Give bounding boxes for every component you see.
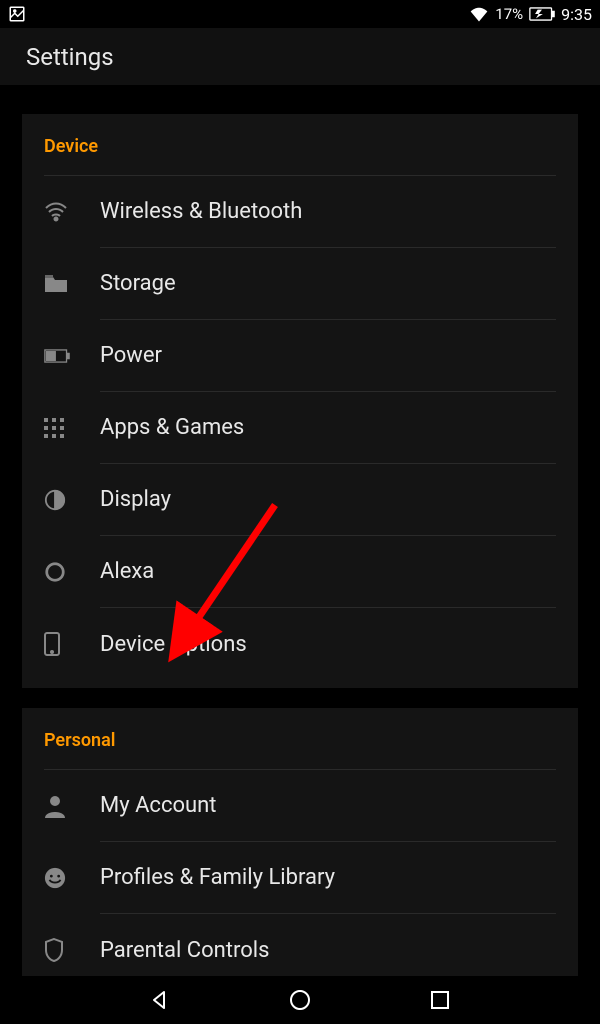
folder-icon — [44, 274, 100, 294]
row-storage[interactable]: Storage — [44, 248, 556, 320]
row-label: Wireless & Bluetooth — [100, 176, 556, 248]
battery-icon — [529, 7, 555, 21]
face-icon — [44, 867, 100, 889]
row-alexa[interactable]: Alexa — [44, 536, 556, 608]
contrast-icon — [44, 489, 100, 511]
row-label: Display — [100, 464, 556, 536]
phone-icon — [44, 632, 100, 656]
grid-icon — [44, 418, 100, 438]
row-label: Apps & Games — [100, 392, 556, 464]
row-label: Profiles & Family Library — [100, 842, 556, 914]
ring-icon — [44, 561, 100, 583]
page-title-bar: Settings — [0, 28, 600, 86]
screenshot-icon — [8, 5, 26, 23]
row-profiles-family[interactable]: Profiles & Family Library — [44, 842, 556, 914]
wifi-icon — [469, 6, 489, 22]
section-personal: Personal My Account Profiles & Family Li… — [22, 708, 578, 976]
page-title: Settings — [26, 43, 114, 71]
clock: 9:35 — [561, 5, 592, 24]
row-label: Power — [100, 320, 556, 392]
settings-content: Device Wireless & Bluetooth Storage Powe… — [0, 86, 600, 976]
status-bar: 17% 9:35 — [0, 0, 600, 28]
row-my-account[interactable]: My Account — [44, 770, 556, 842]
row-label: Storage — [100, 248, 556, 320]
navigation-bar — [0, 976, 600, 1024]
home-button[interactable] — [270, 980, 330, 1020]
row-wireless-bluetooth[interactable]: Wireless & Bluetooth — [44, 176, 556, 248]
recent-apps-button[interactable] — [410, 980, 470, 1020]
battery-pct: 17% — [495, 5, 523, 23]
row-label: Device Options — [100, 608, 556, 680]
back-button[interactable] — [130, 980, 190, 1020]
row-device-options[interactable]: Device Options — [44, 608, 556, 680]
section-title-device: Device — [44, 136, 556, 176]
row-display[interactable]: Display — [44, 464, 556, 536]
row-power[interactable]: Power — [44, 320, 556, 392]
battery-icon — [44, 349, 100, 363]
row-parental-controls[interactable]: Parental Controls — [44, 914, 556, 976]
wifi-icon — [44, 202, 100, 222]
row-label: Parental Controls — [100, 914, 556, 976]
shield-icon — [44, 938, 100, 962]
user-icon — [44, 794, 100, 818]
row-label: My Account — [100, 770, 556, 842]
row-label: Alexa — [100, 536, 556, 608]
section-device: Device Wireless & Bluetooth Storage Powe… — [22, 114, 578, 688]
row-apps-games[interactable]: Apps & Games — [44, 392, 556, 464]
section-title-personal: Personal — [44, 730, 556, 770]
